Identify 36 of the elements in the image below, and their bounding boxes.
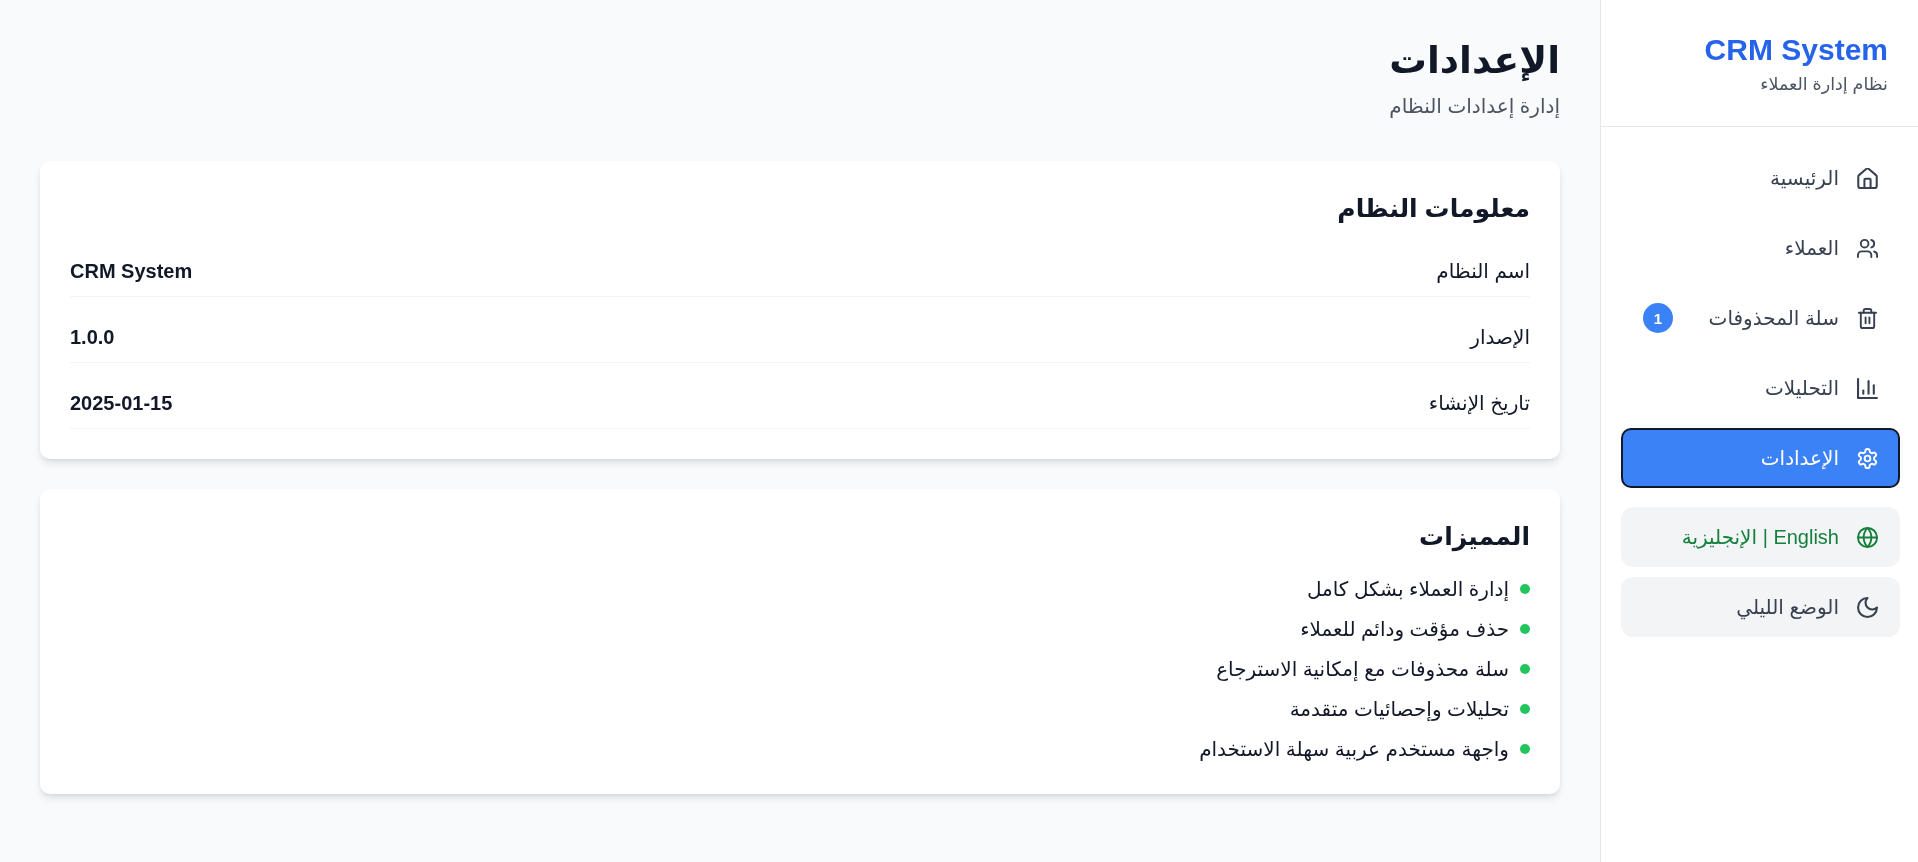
info-label: تاريخ الإنشاء xyxy=(1428,391,1530,417)
trash-icon xyxy=(1857,307,1878,329)
count-badge: 1 xyxy=(1643,303,1673,333)
app-title: CRM System xyxy=(1703,32,1888,68)
bullet-dot-icon xyxy=(1520,744,1530,754)
moon-icon xyxy=(1857,596,1878,618)
card-title: معلومات النظام xyxy=(1336,193,1530,225)
dark-mode-button[interactable]: الوضع الليلي xyxy=(1621,577,1900,637)
nav-item[interactable]: العملاء xyxy=(1621,218,1900,278)
info-label: اسم النظام xyxy=(1436,259,1530,285)
feature-text: واجهة مستخدم عربية سهلة الاستخدام xyxy=(1199,737,1509,763)
bar-chart-icon xyxy=(1857,377,1878,399)
feature-text: تحليلات وإحصائيات متقدمة xyxy=(1289,697,1509,723)
page-title: الإعدادات xyxy=(1388,38,1560,83)
house-icon xyxy=(1857,167,1878,189)
nav-item[interactable]: الرئيسية xyxy=(1621,148,1900,208)
language-button[interactable]: English | الإنجليزية xyxy=(1621,507,1900,567)
bullet-dot-icon xyxy=(1520,704,1530,714)
info-label: الإصدار xyxy=(1470,325,1530,351)
feature-text: سلة محذوفات مع إمكانية الاسترجاع xyxy=(1216,657,1509,683)
page-subtitle: إدارة إعدادات النظام xyxy=(1388,94,1560,120)
info-value: 2025-01-15 xyxy=(70,391,173,416)
bullet-dot-icon xyxy=(1520,584,1530,594)
feature-text: إدارة العملاء بشكل كامل xyxy=(1306,577,1509,603)
globe-icon xyxy=(1857,526,1878,548)
card-title: المميزات xyxy=(1418,521,1530,554)
bullet-dot-icon xyxy=(1520,624,1530,634)
users-icon xyxy=(1857,237,1878,259)
nav-item[interactable]: الإعدادات xyxy=(1621,428,1900,488)
settings-icon xyxy=(1857,447,1878,469)
nav-item[interactable]: التحليلات xyxy=(1621,358,1900,418)
info-value: CRM System xyxy=(70,259,193,284)
bullet-dot-icon xyxy=(1520,664,1530,674)
app-subtitle: نظام إدارة العملاء xyxy=(1759,73,1888,96)
info-value: 1.0.0 xyxy=(70,325,115,350)
feature-text: حذف مؤقت ودائم للعملاء xyxy=(1300,617,1509,643)
